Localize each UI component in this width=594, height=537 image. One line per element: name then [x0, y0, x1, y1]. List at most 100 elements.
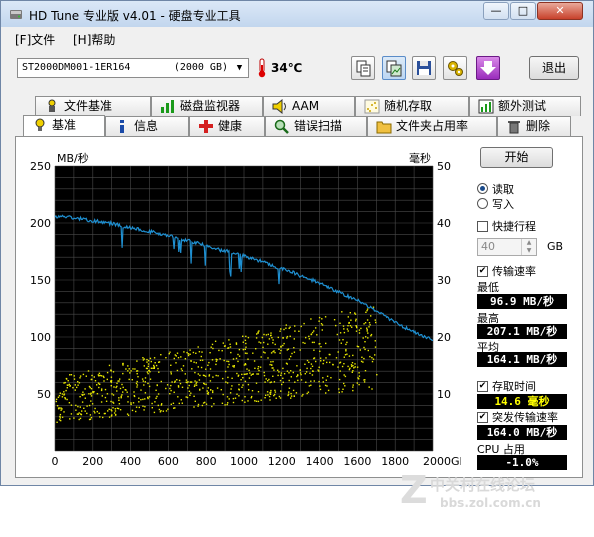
- access-time-point: [319, 357, 322, 359]
- access-time-point: [259, 366, 262, 368]
- access-time-point: [73, 417, 75, 419]
- access-time-point: [264, 352, 266, 354]
- access-time-point: [300, 373, 302, 376]
- access-time-point: [143, 409, 145, 411]
- menu-file[interactable]: [F]文件: [15, 31, 55, 48]
- access-time-point: [362, 337, 364, 339]
- access-time-point: [160, 410, 162, 412]
- access-time-point: [308, 385, 311, 387]
- access-time-checkbox[interactable]: ✔: [477, 381, 488, 392]
- tab-extra-tests[interactable]: 额外测试: [469, 96, 581, 116]
- read-radio[interactable]: [477, 183, 488, 194]
- access-time-point: [339, 332, 342, 334]
- access-time-point: [133, 391, 135, 393]
- access-time-point: [339, 361, 342, 363]
- access-time-point: [74, 389, 76, 391]
- access-time-point: [244, 339, 247, 341]
- transfer-rate-label: 传输速率: [492, 265, 536, 278]
- access-time-point: [299, 349, 301, 351]
- access-time-point: [325, 379, 327, 381]
- access-time-point: [68, 383, 70, 386]
- tab-random-access[interactable]: 随机存取: [355, 96, 469, 116]
- tab-info[interactable]: 信息: [105, 116, 189, 136]
- transfer-rate-checkbox[interactable]: ✔: [477, 266, 488, 277]
- start-button[interactable]: 开始: [480, 147, 553, 168]
- access-time-point: [59, 392, 61, 394]
- tab-error-scan[interactable]: 错误扫描: [265, 116, 367, 136]
- access-time-point: [189, 353, 191, 355]
- access-time-point: [177, 386, 180, 388]
- access-time-point: [213, 403, 215, 405]
- access-time-point: [60, 419, 62, 422]
- options-button[interactable]: [443, 56, 467, 80]
- access-time-point: [230, 388, 232, 390]
- tab-health[interactable]: 健康: [189, 116, 265, 136]
- access-time-point: [94, 407, 96, 410]
- y2-tick-label: 10: [437, 388, 451, 401]
- tab-benchmark[interactable]: 基准: [23, 115, 105, 137]
- access-time-point: [347, 316, 349, 318]
- access-time-point: [122, 364, 124, 366]
- access-time-point: [185, 396, 187, 398]
- maximize-button[interactable]: □: [510, 2, 536, 20]
- tab-erase[interactable]: 删除: [497, 116, 571, 136]
- access-time-point: [205, 368, 207, 370]
- access-time-point: [349, 367, 351, 369]
- menu-help[interactable]: [H]帮助: [73, 31, 115, 48]
- tab-file-benchmark[interactable]: 文件基准: [35, 96, 151, 116]
- access-time-point: [58, 395, 61, 397]
- chevron-down-icon[interactable]: ▼: [231, 59, 248, 77]
- access-time-point: [232, 401, 235, 404]
- access-time-point: [251, 390, 254, 392]
- short-stroke-input[interactable]: 40 ▲ ▼: [477, 238, 537, 256]
- write-label: 写入: [492, 198, 514, 211]
- access-time-point: [91, 403, 94, 405]
- tab-aam[interactable]: AAM: [263, 96, 355, 116]
- access-time-point: [269, 393, 272, 395]
- update-button[interactable]: [476, 56, 500, 80]
- access-time-point: [169, 351, 171, 353]
- access-time-point: [272, 351, 274, 353]
- access-time-point: [197, 403, 200, 406]
- burst-rate-checkbox[interactable]: ✔: [477, 412, 488, 423]
- access-time-point: [238, 383, 240, 386]
- access-time-point: [242, 341, 244, 343]
- access-time-point: [63, 393, 66, 395]
- short-stroke-checkbox[interactable]: [477, 221, 488, 232]
- exit-button[interactable]: 退出: [529, 56, 579, 80]
- access-time-point: [127, 365, 129, 367]
- access-time-point: [371, 357, 373, 359]
- access-time-point: [59, 417, 61, 419]
- access-time-point: [137, 376, 139, 378]
- drive-select[interactable]: ST2000DM001-1ER164 (2000 GB) ▼: [17, 58, 249, 78]
- access-time-point: [165, 387, 167, 390]
- close-button[interactable]: ✕: [537, 2, 583, 20]
- access-time-point: [244, 380, 247, 383]
- access-time-point: [176, 352, 179, 354]
- access-time-point: [188, 384, 190, 387]
- copy-text-button[interactable]: [351, 56, 375, 80]
- spinner-arrows-icon[interactable]: ▲ ▼: [521, 239, 536, 255]
- access-time-point: [366, 327, 368, 329]
- access-time-point: [312, 370, 314, 372]
- access-time-point: [269, 363, 271, 366]
- tab-disk-monitor[interactable]: 磁盘监视器: [151, 96, 263, 116]
- access-time-point: [143, 365, 145, 367]
- access-time-point: [252, 352, 254, 354]
- tab-label: 随机存取: [384, 99, 433, 113]
- copy-screenshot-button[interactable]: [382, 56, 406, 80]
- access-time-point: [182, 365, 185, 367]
- access-time-point: [134, 368, 136, 370]
- save-button[interactable]: [412, 56, 436, 80]
- y-tick-label: 100: [30, 331, 51, 344]
- access-time-point: [363, 381, 366, 383]
- access-time-point: [110, 385, 112, 387]
- write-radio[interactable]: [477, 198, 488, 209]
- tab-label: 文件夹占用率: [396, 119, 469, 133]
- access-time-point: [256, 333, 258, 335]
- access-time-point: [348, 368, 351, 371]
- tab-folder-usage[interactable]: 文件夹占用率: [367, 116, 497, 136]
- access-time-point: [359, 349, 361, 351]
- access-time-point: [263, 333, 265, 336]
- minimize-button[interactable]: —: [483, 2, 509, 20]
